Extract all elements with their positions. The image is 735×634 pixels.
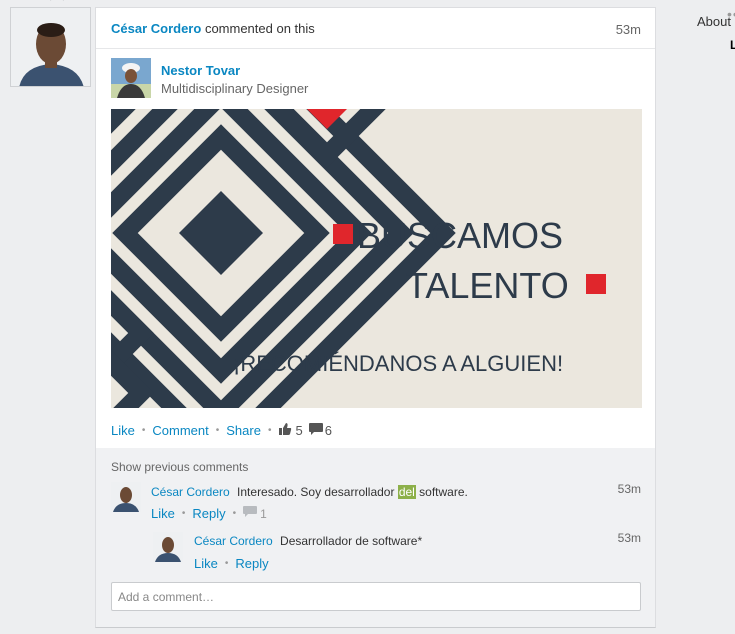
commenter-avatar[interactable]	[111, 482, 141, 512]
reply-photo-icon	[153, 532, 183, 562]
commenter-name-link[interactable]: César Cordero	[151, 485, 230, 499]
comment-body: César Cordero Interesado. Soy desarrolla…	[151, 485, 468, 499]
author-name-link[interactable]: Nestor Tovar	[161, 63, 240, 78]
activity-header: César Cordero commented on this	[111, 21, 315, 36]
comment-like-button[interactable]: Like	[151, 506, 175, 521]
comment-reply-button[interactable]: Reply	[192, 506, 225, 521]
feed-card: ••• César Cordero commented on this 53m …	[95, 6, 735, 628]
add-comment-input[interactable]: Add a comment…	[111, 582, 641, 611]
red-square-icon	[333, 224, 353, 244]
actor-name-link[interactable]: César Cordero	[111, 21, 201, 36]
activity-action-text: commented on this	[204, 21, 315, 36]
header-divider	[96, 48, 655, 49]
reply-bubble-icon	[243, 506, 258, 521]
reply-count[interactable]: 1	[260, 507, 267, 521]
like-count[interactable]: 5	[295, 423, 302, 438]
reply-reply-button[interactable]: Reply	[235, 556, 268, 571]
comment-button[interactable]: Comment	[152, 423, 208, 438]
about-link[interactable]: About	[697, 14, 731, 29]
activity-time: 53m	[615, 22, 641, 37]
red-square-icon-2	[586, 274, 606, 294]
show-previous-comments-link[interactable]: Show previous comments	[111, 460, 248, 474]
author-avatar[interactable]	[111, 58, 151, 98]
highlighted-word: del	[397, 485, 416, 499]
reply-body: César Cordero Desarrollador de software*	[194, 534, 423, 548]
person-photo-icon	[11, 8, 90, 86]
share-button[interactable]: Share	[226, 423, 261, 438]
reply-time: 53m	[617, 531, 641, 545]
author-photo-icon	[111, 58, 151, 98]
banner-line2: TALENTO	[406, 265, 569, 306]
like-button[interactable]: Like	[111, 423, 135, 438]
reply-name-link[interactable]: César Cordero	[194, 534, 273, 548]
post-image[interactable]: BUSCAMOS TALENTO ¡RECOMIÉNDANOS A ALGUIE…	[111, 109, 642, 408]
more-options-icon[interactable]: •••	[727, 6, 735, 22]
cropped-letter: L	[730, 38, 735, 52]
comment-actions: Like • Reply • 1	[151, 506, 267, 521]
comment-time: 53m	[617, 482, 641, 496]
recruitment-banner-graphic: BUSCAMOS TALENTO ¡RECOMIÉNDANOS A ALGUIE…	[111, 109, 642, 408]
caret-pointer	[49, 0, 65, 8]
reply-like-button[interactable]: Like	[194, 556, 218, 571]
thumbs-up-icon	[278, 422, 292, 439]
post-actions: Like • Comment • Share • 5 6	[111, 422, 332, 439]
banner-line1: BUSCAMOS	[357, 215, 563, 256]
author-title: Multidisciplinary Designer	[161, 81, 309, 96]
banner-tagline: ¡RECOMIÉNDANOS A ALGUIEN!	[233, 351, 563, 376]
comment-bubble-icon	[308, 422, 323, 439]
viewer-avatar[interactable]	[10, 7, 91, 87]
comments-section: Show previous comments César Cordero Int…	[96, 448, 655, 627]
reply-actions: Like • Reply	[194, 556, 269, 571]
comment-count[interactable]: 6	[325, 423, 332, 438]
reply-avatar[interactable]	[153, 532, 183, 562]
commenter-photo-icon	[111, 482, 141, 512]
